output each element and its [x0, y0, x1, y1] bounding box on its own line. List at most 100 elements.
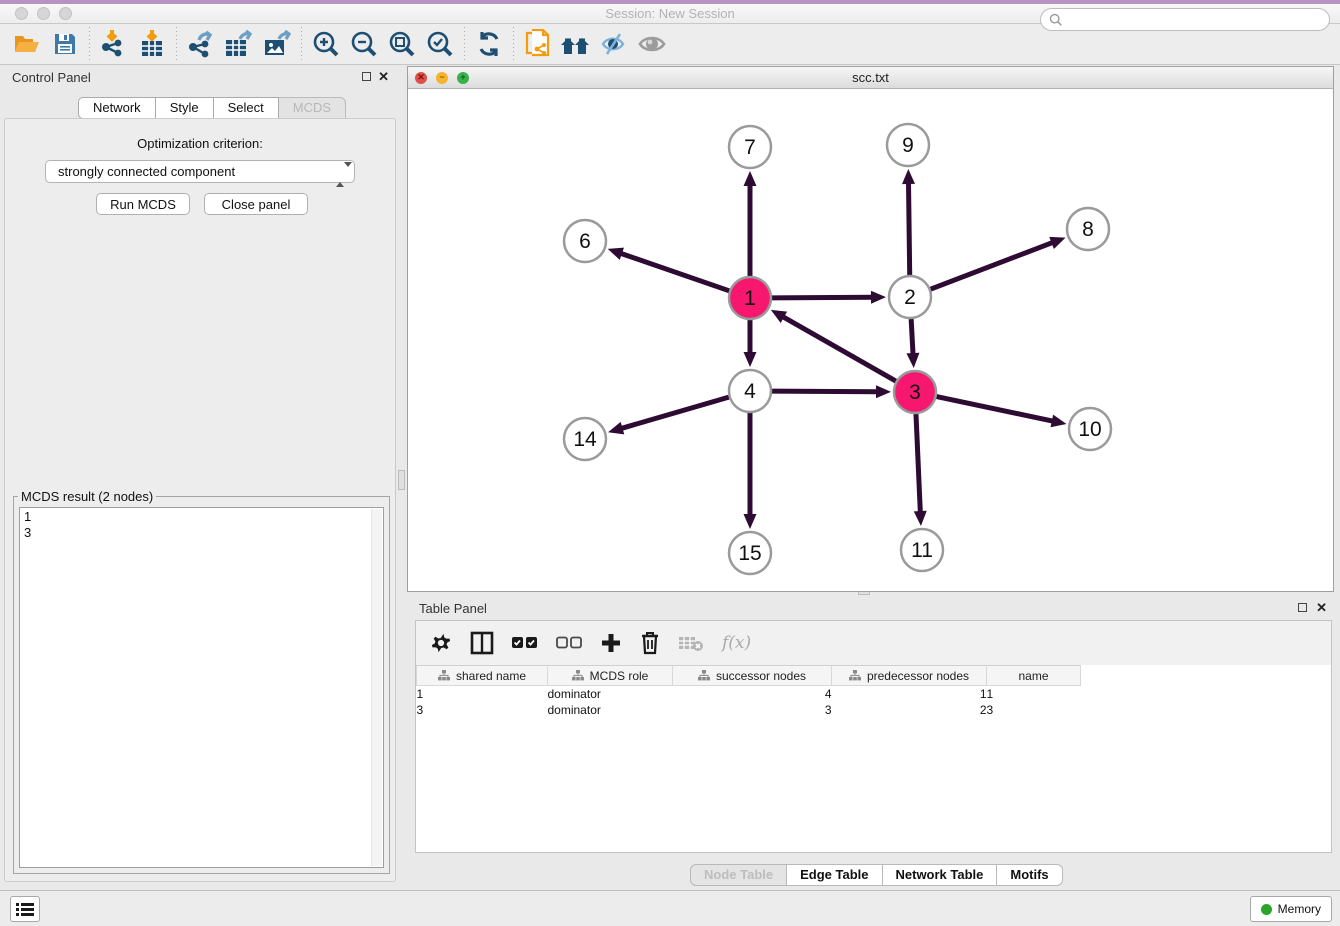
import-network-icon[interactable]	[95, 27, 133, 61]
change-table-mode-icon[interactable]	[470, 630, 494, 656]
clone-network-icon[interactable]	[519, 27, 557, 61]
zoom-in-icon[interactable]	[307, 27, 345, 61]
toggle-panels-icon[interactable]	[595, 27, 633, 61]
add-column-icon[interactable]	[600, 630, 622, 656]
column-header-successor-nodes[interactable]: successor nodes	[673, 666, 832, 686]
network-view-window: ✕ − + scc.txt 7968124314101511	[407, 66, 1334, 592]
column-header-name[interactable]: name	[987, 666, 1081, 686]
column-header-predecessor-nodes[interactable]: predecessor nodes	[832, 666, 987, 686]
network-window-titlebar[interactable]: ✕ − + scc.txt	[408, 67, 1333, 89]
select-all-icon[interactable]	[512, 630, 538, 656]
close-table-panel-icon[interactable]: ✕	[1316, 600, 1327, 616]
close-window-button[interactable]	[15, 7, 28, 20]
tab-mcds[interactable]: MCDS	[279, 97, 346, 119]
toolbar-separator	[176, 27, 177, 61]
table-cell[interactable]: dominator	[548, 686, 673, 702]
mcds-result-text[interactable]: 1 3	[19, 507, 384, 868]
edge-1-6[interactable]	[620, 253, 729, 291]
control-panel-title: Control Panel	[12, 70, 91, 85]
settings-gear-icon[interactable]	[430, 630, 452, 656]
birds-eye-view-icon[interactable]	[633, 27, 671, 61]
edge-3-1[interactable]	[782, 316, 896, 381]
delete-column-icon[interactable]	[640, 630, 660, 656]
optimization-criterion-select[interactable]: strongly connected component	[45, 160, 355, 183]
table-cell[interactable]: 1	[832, 686, 987, 702]
export-table-icon[interactable]	[220, 27, 258, 61]
toolbar-separator	[301, 27, 302, 61]
table-cell[interactable]: 2	[832, 702, 987, 718]
close-frame-button[interactable]: ✕	[415, 72, 427, 84]
table-row[interactable]: 3dominator323	[417, 702, 1081, 718]
zoom-window-button[interactable]	[59, 7, 72, 20]
open-session-icon[interactable]	[8, 27, 46, 61]
close-panel-icon[interactable]: ✕	[378, 69, 389, 85]
tab-style[interactable]: Style	[156, 97, 214, 119]
table-cell[interactable]: 1	[417, 686, 548, 702]
edge-4-14[interactable]	[621, 397, 729, 429]
column-header-shared-name[interactable]: shared name	[417, 666, 548, 686]
minimize-frame-button[interactable]: −	[436, 72, 448, 84]
edge-2-9[interactable]	[908, 182, 909, 275]
network-canvas[interactable]: 7968124314101511	[408, 89, 1333, 591]
tab-motifs[interactable]: Motifs	[997, 864, 1062, 886]
table-cell[interactable]: 1	[987, 686, 1081, 702]
edge-arrowhead	[906, 353, 919, 368]
edge-3-10[interactable]	[937, 397, 1054, 422]
edge-arrowhead	[902, 169, 915, 184]
minimize-window-button[interactable]	[37, 7, 50, 20]
float-panel-icon[interactable]	[362, 72, 371, 81]
zoom-out-icon[interactable]	[345, 27, 383, 61]
tab-network[interactable]: Network	[78, 97, 156, 119]
zoom-fit-icon[interactable]	[383, 27, 421, 61]
tab-network-table[interactable]: Network Table	[883, 864, 998, 886]
edge-2-3[interactable]	[911, 319, 913, 355]
table-cell[interactable]: 3	[673, 702, 832, 718]
search-input[interactable]	[1063, 13, 1329, 27]
memory-button[interactable]: Memory	[1250, 896, 1332, 922]
column-header-MCDS-role[interactable]: MCDS role	[548, 666, 673, 686]
tab-edge-table[interactable]: Edge Table	[787, 864, 882, 886]
node-table[interactable]: shared nameMCDS rolesuccessor nodesprede…	[416, 665, 1081, 718]
edge-arrowhead	[1049, 237, 1065, 249]
edge-arrowhead	[744, 171, 757, 186]
zoom-selected-icon[interactable]	[421, 27, 459, 61]
float-table-panel-icon[interactable]	[1298, 603, 1307, 612]
search-box[interactable]	[1040, 8, 1330, 31]
tab-node-table[interactable]: Node Table	[690, 864, 787, 886]
refresh-layout-icon[interactable]	[470, 27, 508, 61]
show-all-panels-icon[interactable]	[557, 27, 595, 61]
node-label-1: 1	[744, 287, 756, 310]
export-network-icon[interactable]	[182, 27, 220, 61]
edge-4-3[interactable]	[772, 391, 878, 392]
edge-3-11[interactable]	[916, 414, 920, 513]
edge-2-8[interactable]	[931, 242, 1054, 289]
table-cell[interactable]: 3	[987, 702, 1081, 718]
task-history-button[interactable]	[10, 896, 40, 922]
edge-arrowhead	[914, 511, 927, 526]
node-label-6: 6	[579, 230, 591, 253]
node-label-15: 15	[738, 542, 761, 565]
node-label-14: 14	[573, 428, 597, 451]
status-bar: Memory	[0, 890, 1340, 926]
column-tree-icon	[438, 670, 450, 682]
table-cell[interactable]: 4	[673, 686, 832, 702]
select-none-icon[interactable]	[556, 630, 582, 656]
mcds-panel: Optimization criterion: strongly connect…	[4, 118, 396, 882]
tab-select[interactable]: Select	[214, 97, 279, 119]
save-session-icon[interactable]	[46, 27, 84, 61]
vertical-splitter-grip[interactable]	[398, 470, 405, 490]
result-scrollbar[interactable]	[371, 509, 382, 866]
import-table-icon[interactable]	[133, 27, 171, 61]
run-mcds-button[interactable]: Run MCDS	[96, 193, 190, 215]
optimization-criterion-value: strongly connected component	[58, 164, 235, 179]
maximize-frame-button[interactable]: +	[457, 72, 469, 84]
table-row[interactable]: 1dominator411	[417, 686, 1081, 702]
edge-arrowhead	[876, 385, 891, 398]
table-cell[interactable]: 3	[417, 702, 548, 718]
close-panel-button[interactable]: Close panel	[204, 193, 308, 215]
toolbar-separator	[89, 27, 90, 61]
node-label-9: 9	[902, 134, 914, 157]
table-cell[interactable]: dominator	[548, 702, 673, 718]
edge-1-2[interactable]	[772, 297, 873, 298]
export-image-icon[interactable]	[258, 27, 296, 61]
